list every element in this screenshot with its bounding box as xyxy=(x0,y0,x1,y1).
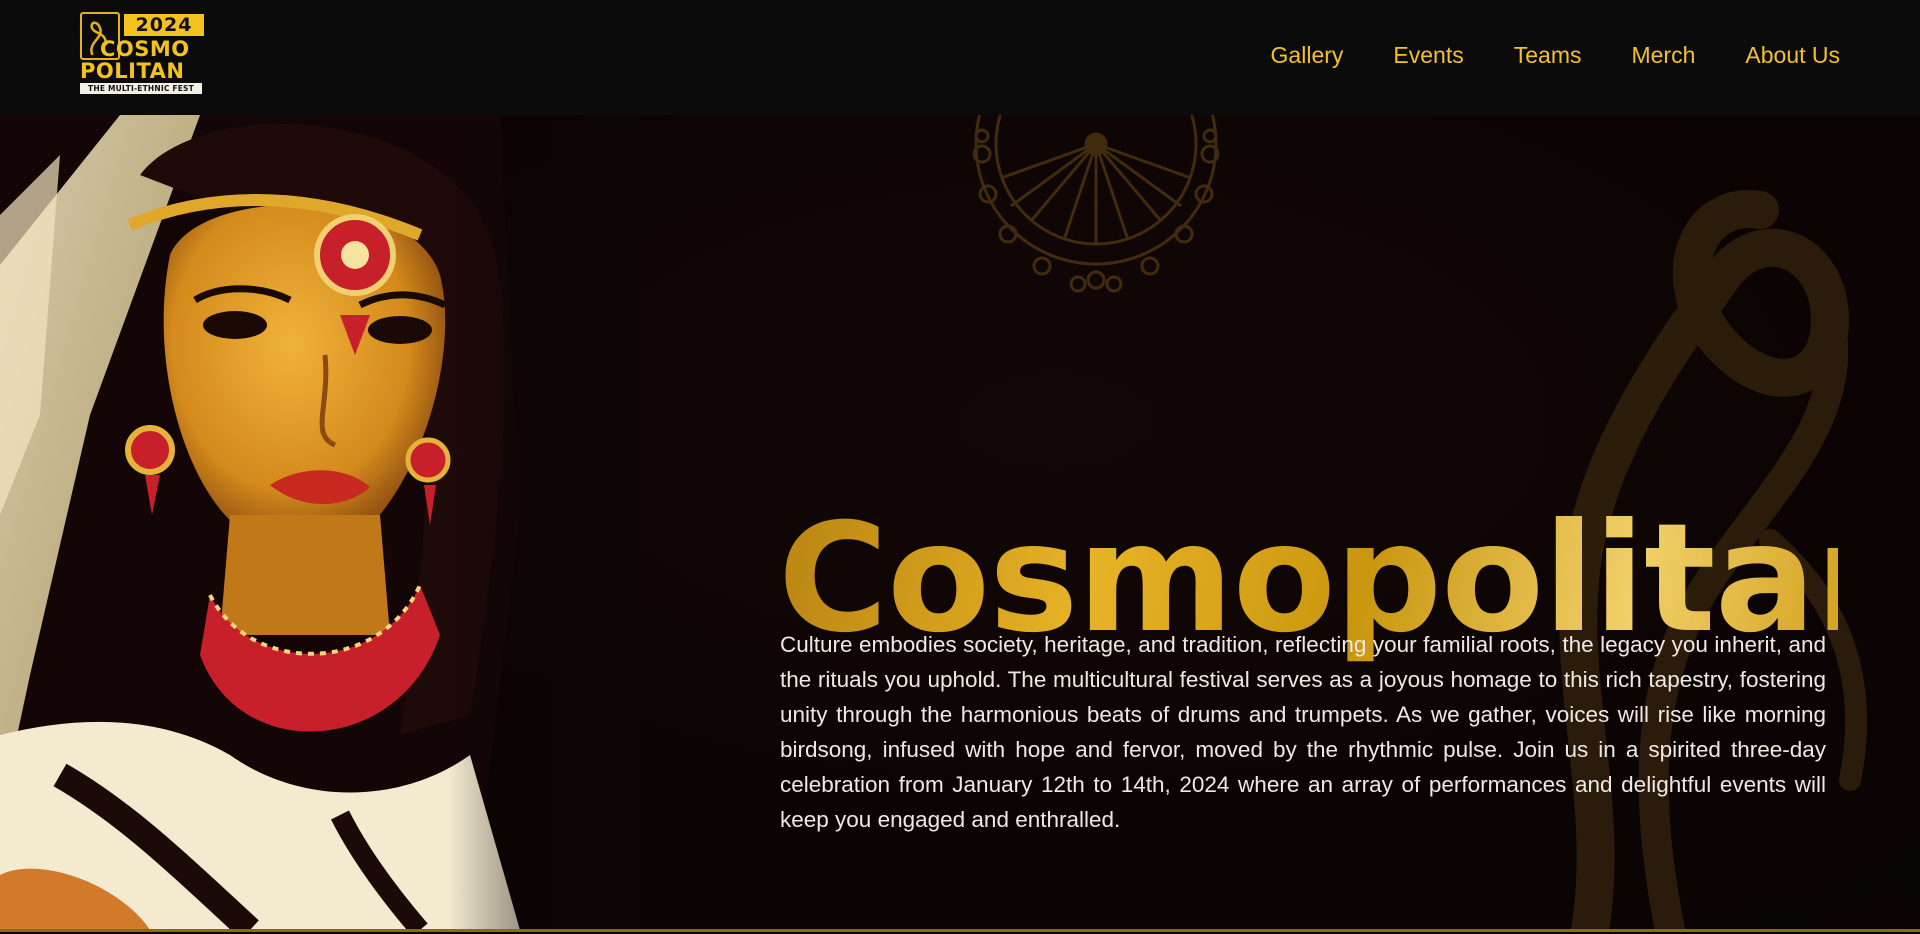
site-header: 2024 COSMO POLITAN THE MULTI-ETHNIC FEST… xyxy=(0,0,1920,115)
nav-link-gallery[interactable]: Gallery xyxy=(1271,38,1344,72)
logo-name-line1: COSMO xyxy=(100,37,190,61)
logo-year: 2024 xyxy=(124,14,204,36)
hero-description: Culture embodies society, heritage, and … xyxy=(780,631,1826,832)
logo-tagline: THE MULTI-ETHNIC FEST xyxy=(80,83,202,94)
mandala-ornament-icon xyxy=(972,108,1220,293)
nav-link-about-us[interactable]: About Us xyxy=(1745,38,1840,72)
main-nav: Gallery Events Teams Merch About Us xyxy=(1221,38,1840,72)
page: 2024 COSMO POLITAN THE MULTI-ETHNIC FEST… xyxy=(0,0,1920,934)
nav-link-merch[interactable]: Merch xyxy=(1631,38,1695,72)
nav-link-teams[interactable]: Teams xyxy=(1514,38,1582,72)
logo-name-line2: POLITAN xyxy=(80,59,185,83)
bottom-divider xyxy=(0,929,1920,932)
hero-portrait-image xyxy=(0,115,640,930)
nav-link-events[interactable]: Events xyxy=(1393,38,1463,72)
brand-logo[interactable]: 2024 COSMO POLITAN THE MULTI-ETHNIC FEST xyxy=(80,12,204,96)
